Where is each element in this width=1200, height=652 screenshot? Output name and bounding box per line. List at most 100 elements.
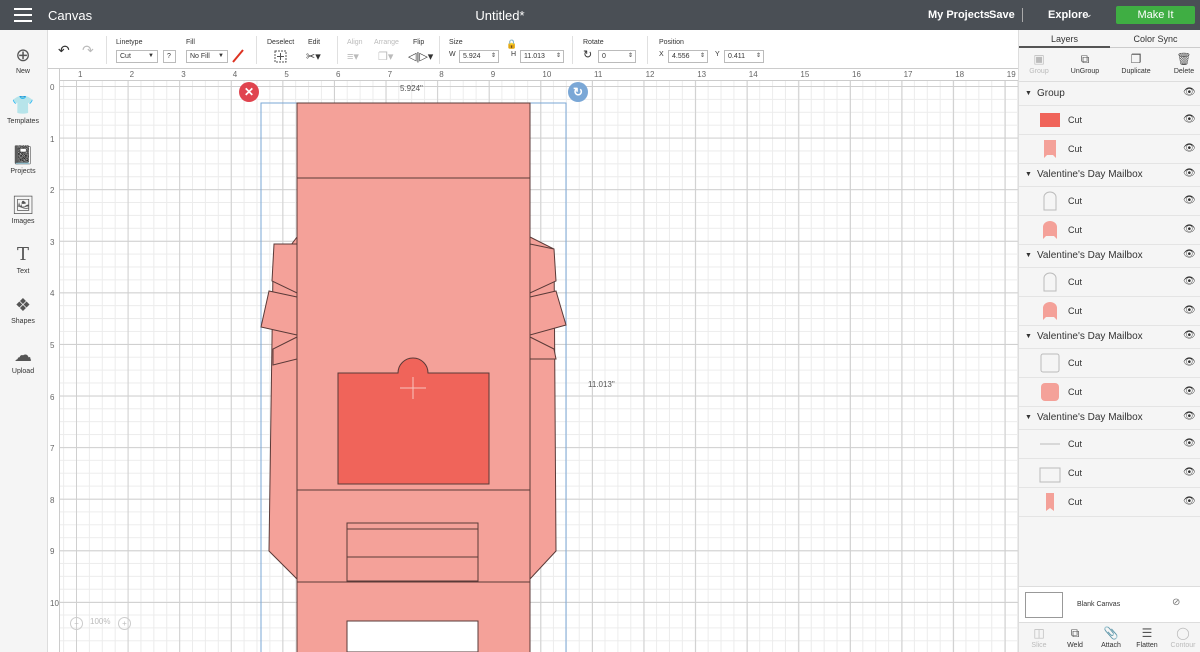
sidebar-item-label: New xyxy=(15,68,30,75)
collapse-triangle-icon[interactable]: ▼ xyxy=(1025,252,1032,259)
tab-layers[interactable]: Layers xyxy=(1019,30,1110,48)
group-button[interactable]: ▣ Group xyxy=(1019,50,1059,75)
eye-icon[interactable]: 👁 xyxy=(1183,87,1196,98)
width-input[interactable]: 5.924 ⇕ xyxy=(459,50,499,63)
lock-icon[interactable]: 🔒 xyxy=(506,39,517,50)
no-fill-swatch-icon[interactable] xyxy=(231,49,245,63)
eye-icon[interactable]: 👁 xyxy=(1183,496,1196,507)
explore-menu[interactable]: Explore xyxy=(1048,9,1088,21)
eye-icon[interactable]: 👁 xyxy=(1183,195,1196,206)
eye-icon[interactable]: 👁 xyxy=(1183,114,1196,125)
rotate-input[interactable]: 0 ⇕ xyxy=(598,50,636,63)
x-position-input[interactable]: 4.556 ⇕ xyxy=(668,50,708,63)
eye-icon[interactable]: 👁 xyxy=(1183,276,1196,287)
deselect-icon[interactable] xyxy=(274,50,287,63)
layer-row[interactable]: Cut 👁 xyxy=(1019,106,1200,135)
sidebar-item-shapes[interactable]: ❖ Shapes xyxy=(0,294,46,325)
arrange-icon[interactable]: ❐▾ xyxy=(378,50,393,63)
eye-icon[interactable]: 👁 xyxy=(1183,467,1196,478)
stepper-icon[interactable]: ⇕ xyxy=(556,51,561,62)
collapse-triangle-icon[interactable]: ▼ xyxy=(1025,414,1032,421)
y-position-input[interactable]: 0.411 ⇕ xyxy=(724,50,764,63)
weld-button[interactable]: ⧉ Weld xyxy=(1055,624,1095,649)
mailbox-design[interactable] xyxy=(48,69,1018,652)
fill-select[interactable]: No Fill ▼ xyxy=(186,50,228,63)
flip-icon[interactable]: ◁|▷▾ xyxy=(408,50,433,63)
help-button[interactable]: ? xyxy=(163,50,176,63)
sidebar-item-text[interactable]: T Text xyxy=(0,244,46,275)
ungroup-icon: ⧉ xyxy=(1080,52,1090,66)
linetype-select[interactable]: Cut ▼ xyxy=(116,50,158,63)
slice-button[interactable]: ◫ Slice xyxy=(1019,624,1059,649)
sidebar-item-templates[interactable]: 👕 Templates xyxy=(0,94,46,125)
attach-button[interactable]: 📎 Attach xyxy=(1091,624,1131,649)
design-canvas[interactable]: 1 2 3 4 5 6 7 8 9 10 11 12 13 14 15 16 17 18 19 0123456789… xyxy=(48,69,1018,652)
height-input[interactable]: 11.013 ⇕ xyxy=(520,50,564,63)
layer-row[interactable]: Cut 👁 xyxy=(1019,430,1200,459)
delete-button[interactable]: 🗑 Delete xyxy=(1164,50,1200,75)
chevron-down-icon[interactable]: ⌄ xyxy=(1085,9,1093,20)
lower-slot xyxy=(346,522,479,582)
redo-icon[interactable]: ↷ xyxy=(82,42,94,59)
eye-icon[interactable]: 👁 xyxy=(1183,249,1196,260)
stepper-icon[interactable]: ⇕ xyxy=(756,51,761,62)
layer-row[interactable]: Cut 👁 xyxy=(1019,187,1200,216)
sidebar-item-upload[interactable]: ☁ Upload xyxy=(0,344,46,375)
eye-icon[interactable]: 👁 xyxy=(1183,438,1196,449)
scissors-icon[interactable]: ✂▾ xyxy=(306,50,321,63)
layer-row[interactable]: Cut 👁 xyxy=(1019,349,1200,378)
collapse-triangle-icon[interactable]: ▼ xyxy=(1025,90,1032,97)
my-projects-link[interactable]: My Projects xyxy=(928,9,990,21)
collapse-triangle-icon[interactable]: ▼ xyxy=(1025,333,1032,340)
layer-row[interactable]: Cut 👁 xyxy=(1019,297,1200,326)
stepper-icon[interactable]: ⇕ xyxy=(491,51,496,62)
contour-button[interactable]: ◯ Contour xyxy=(1163,624,1200,649)
left-sidebar: ⊕ New 👕 Templates 📓 Projects 🖼 Images T … xyxy=(0,30,48,652)
eye-icon[interactable]: 👁 xyxy=(1183,143,1196,154)
blank-canvas-row[interactable]: Blank Canvas ⊘ xyxy=(1019,586,1200,622)
flatten-button[interactable]: ☰ Flatten xyxy=(1127,624,1167,649)
align-icon[interactable]: ≡▾ xyxy=(347,50,359,63)
rotate-label: Rotate xyxy=(583,39,604,46)
layer-row[interactable]: Cut 👁 xyxy=(1019,135,1200,164)
right-flap xyxy=(529,290,567,336)
zoom-in-icon[interactable]: + xyxy=(118,617,131,630)
ungroup-button[interactable]: ⧉ UnGroup xyxy=(1065,50,1105,75)
delete-selection-icon[interactable]: ✕ xyxy=(239,82,259,102)
make-it-button[interactable]: Make It xyxy=(1116,6,1195,24)
save-link[interactable]: Save xyxy=(989,9,1015,21)
eye-icon[interactable]: 👁 xyxy=(1183,168,1196,179)
layer-group-row[interactable]: ▼ Valentine's Day Mailbox 👁 xyxy=(1019,164,1200,187)
sidebar-item-projects[interactable]: 📓 Projects xyxy=(0,144,46,175)
rotate-handle-icon[interactable]: ↻ xyxy=(568,82,588,102)
duplicate-button[interactable]: ❐ Duplicate xyxy=(1116,50,1156,75)
canvas-swatch[interactable] xyxy=(1025,592,1063,618)
layer-row[interactable]: Cut 👁 xyxy=(1019,378,1200,407)
layer-group-row[interactable]: ▼ Valentine's Day Mailbox 👁 xyxy=(1019,326,1200,349)
layer-thumbnail xyxy=(1046,493,1054,511)
layer-actions: ▣ Group ⧉ UnGroup ❐ Duplicate 🗑 Delete xyxy=(1019,48,1200,82)
eye-icon[interactable]: 👁 xyxy=(1183,305,1196,316)
layer-group-row[interactable]: ▼ Group 👁 xyxy=(1019,83,1200,106)
eye-icon[interactable]: 👁 xyxy=(1183,330,1196,341)
layer-row[interactable]: Cut 👁 xyxy=(1019,268,1200,297)
eye-icon[interactable]: 👁 xyxy=(1183,411,1196,422)
stepper-icon[interactable]: ⇕ xyxy=(700,51,705,62)
tab-color-sync[interactable]: Color Sync xyxy=(1110,30,1200,48)
stepper-icon[interactable]: ⇕ xyxy=(628,51,633,62)
group-name: Valentine's Day Mailbox xyxy=(1037,250,1143,261)
layer-group-row[interactable]: ▼ Valentine's Day Mailbox 👁 xyxy=(1019,407,1200,430)
sidebar-item-new[interactable]: ⊕ New xyxy=(0,44,46,75)
layer-group-row[interactable]: ▼ Valentine's Day Mailbox 👁 xyxy=(1019,245,1200,268)
collapse-triangle-icon[interactable]: ▼ xyxy=(1025,171,1032,178)
eye-icon[interactable]: 👁 xyxy=(1183,386,1196,397)
eye-icon[interactable]: 👁 xyxy=(1183,224,1196,235)
zoom-out-icon[interactable]: − xyxy=(70,617,83,630)
layer-row[interactable]: Cut 👁 xyxy=(1019,459,1200,488)
layer-row[interactable]: Cut 👁 xyxy=(1019,216,1200,245)
eye-icon[interactable]: 👁 xyxy=(1183,357,1196,368)
sidebar-item-images[interactable]: 🖼 Images xyxy=(0,194,46,225)
layer-row[interactable]: Cut 👁 xyxy=(1019,488,1200,517)
undo-icon[interactable]: ↶ xyxy=(58,42,70,59)
eye-hidden-icon[interactable]: ⊘ xyxy=(1172,597,1180,608)
